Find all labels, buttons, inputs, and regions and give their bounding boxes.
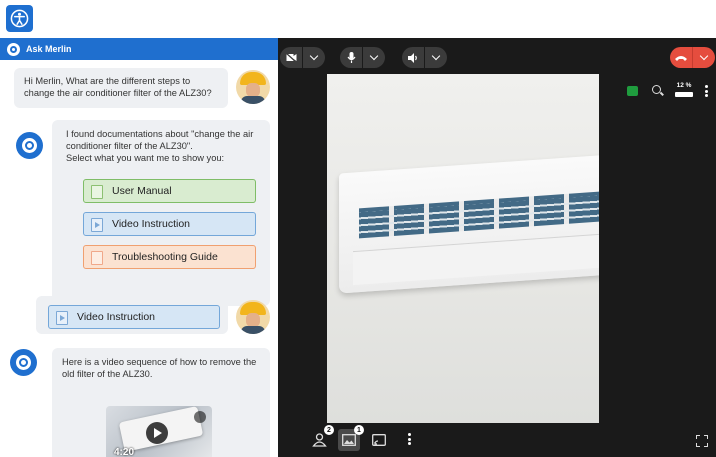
microphone-icon[interactable] bbox=[340, 47, 362, 68]
user-message-text: Hi Merlin, What are the different steps … bbox=[24, 76, 212, 98]
gallery-count: 1 bbox=[354, 425, 364, 435]
battery-level: 12 % bbox=[676, 82, 692, 89]
app-top-bar bbox=[0, 0, 716, 38]
more-vertical-icon[interactable] bbox=[705, 85, 708, 97]
option-troubleshooting-guide[interactable]: Troubleshooting Guide bbox=[83, 245, 256, 269]
video-thumbnail[interactable]: 4:20 bbox=[106, 406, 212, 457]
selected-video-instruction: Video Instruction bbox=[48, 305, 220, 329]
feed-toolbar: 12 % bbox=[622, 82, 716, 100]
option-user-manual[interactable]: User Manual bbox=[83, 179, 256, 203]
air-conditioner-image bbox=[339, 154, 599, 294]
microphone-menu-chevron-down-icon[interactable] bbox=[363, 47, 385, 68]
accessibility-person-icon[interactable] bbox=[6, 5, 33, 32]
video-file-icon bbox=[91, 218, 103, 232]
option-label: Video Instruction bbox=[112, 218, 191, 230]
participants-count: 2 bbox=[324, 425, 334, 435]
call-controls bbox=[278, 38, 716, 76]
camera-off-icon[interactable] bbox=[280, 47, 302, 68]
hangup-menu-chevron-down-icon[interactable] bbox=[693, 47, 715, 68]
merlin-logo-icon bbox=[7, 42, 20, 56]
option-label: User Manual bbox=[112, 185, 172, 197]
chat-header: Ask Merlin bbox=[0, 38, 278, 60]
star-icon[interactable] bbox=[627, 86, 638, 96]
fullscreen-expand-icon[interactable] bbox=[696, 435, 708, 447]
bot-video-text: Here is a video sequence of how to remov… bbox=[62, 357, 257, 379]
option-video-instruction[interactable]: Video Instruction bbox=[83, 212, 256, 236]
chat-panel: Ask Merlin Hi Merlin, What are the diffe… bbox=[0, 38, 278, 457]
bot-message-prompt: Select what you want me to show you: bbox=[66, 153, 225, 163]
hangup-phone-icon[interactable] bbox=[670, 47, 692, 68]
app-root: Ask Merlin Hi Merlin, What are the diffe… bbox=[0, 0, 716, 457]
camera-control bbox=[280, 47, 325, 68]
camera-menu-chevron-down-icon[interactable] bbox=[303, 47, 325, 68]
speaker-icon[interactable] bbox=[402, 47, 424, 68]
remote-camera-feed[interactable] bbox=[327, 74, 599, 423]
battery-indicator: 12 % bbox=[674, 82, 694, 100]
chat-title: Ask Merlin bbox=[26, 44, 72, 54]
more-options-icon[interactable] bbox=[398, 429, 420, 451]
user-avatar bbox=[236, 70, 270, 104]
user-message: Hi Merlin, What are the different steps … bbox=[14, 68, 228, 108]
user-avatar bbox=[236, 300, 270, 334]
gallery-button[interactable]: 1 bbox=[338, 425, 364, 451]
document-lines-icon bbox=[91, 185, 103, 199]
bot-message-text: I found documentations about "change the… bbox=[66, 129, 254, 151]
merlin-avatar-icon bbox=[10, 349, 37, 376]
play-icon[interactable] bbox=[146, 422, 168, 444]
choice-label: Video Instruction bbox=[77, 311, 156, 323]
video-duration: 4:20 bbox=[114, 447, 135, 457]
document-icon bbox=[91, 251, 103, 265]
cast-screen-button[interactable] bbox=[368, 429, 390, 451]
microphone-control bbox=[340, 47, 385, 68]
call-bottom-bar: 2 1 bbox=[278, 423, 716, 457]
video-file-icon bbox=[56, 311, 68, 325]
chat-messages: Hi Merlin, What are the different steps … bbox=[0, 60, 278, 457]
merlin-avatar-icon bbox=[16, 132, 43, 159]
video-call-area: 12 % 2 1 bbox=[278, 38, 716, 457]
zoom-icon[interactable] bbox=[652, 85, 661, 94]
video-options-icon[interactable] bbox=[194, 411, 206, 423]
speaker-control bbox=[402, 47, 447, 68]
option-label: Troubleshooting Guide bbox=[112, 251, 218, 263]
hangup-control bbox=[670, 47, 715, 68]
participants-button[interactable]: 2 bbox=[308, 425, 334, 451]
speaker-menu-chevron-down-icon[interactable] bbox=[425, 47, 447, 68]
